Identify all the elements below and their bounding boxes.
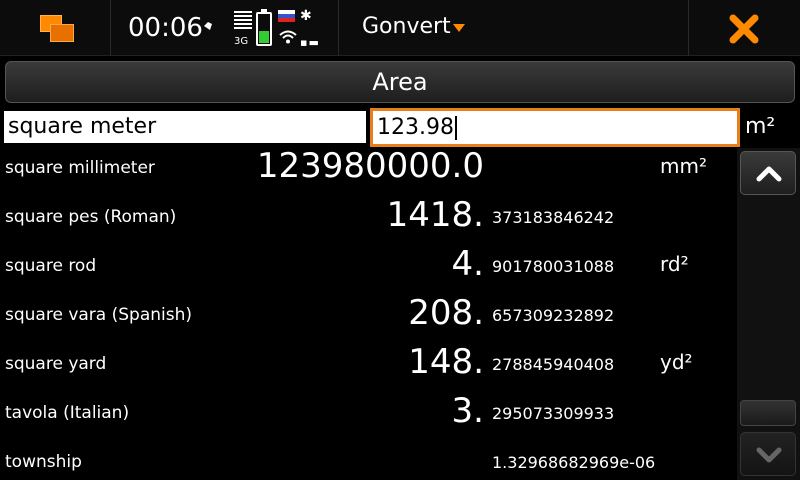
status-divider (110, 0, 111, 56)
list-item[interactable]: square vara (Spanish) 208. 657309232892 (0, 293, 736, 341)
list-item[interactable]: square pes (Roman) 1418. 373183846242 (0, 195, 736, 243)
result-fraction: 901780031088 (492, 257, 615, 276)
chevron-down-icon (756, 447, 782, 463)
alarm-icon (204, 22, 212, 30)
clock[interactable]: 00:06 (128, 13, 203, 43)
list-item[interactable]: tavola (Italian) 3. 295073309933 (0, 391, 736, 439)
signal-strength-icon (234, 11, 252, 33)
status-bar: 00:06 3G ✱ ▪▬ Gonvert (0, 0, 800, 56)
result-symbol: mm² (660, 154, 707, 178)
list-item[interactable]: township 1.32968682969e-06 (0, 440, 736, 480)
result-integer: 148. (408, 342, 484, 382)
result-fraction: 1.32968682969e-06 (492, 453, 656, 472)
scroll-up-button[interactable] (740, 151, 796, 195)
result-symbol: rd² (660, 252, 689, 276)
result-name: square rod (5, 256, 97, 276)
scrollbar-thumb[interactable] (740, 400, 796, 426)
result-integer: 208. (408, 293, 484, 333)
connection-dots-icon: ▪▬ (300, 36, 320, 49)
result-name: square yard (5, 354, 107, 374)
result-integer: 123980000.0 (256, 146, 484, 186)
result-name: township (5, 452, 82, 472)
list-item[interactable]: square millimeter 123980000.0 mm² (0, 146, 736, 194)
result-fraction: 278845940408 (492, 355, 615, 374)
text-caret (454, 116, 457, 140)
keyboard-layout-flag-icon (278, 10, 295, 22)
result-fraction: 657309232892 (492, 306, 615, 325)
result-integer: 1418. (386, 195, 484, 235)
bluetooth-icon: ✱ (300, 8, 312, 24)
result-fraction: 295073309933 (492, 404, 615, 423)
scrollbar-track[interactable] (737, 148, 800, 480)
category-button[interactable]: Area (5, 61, 795, 103)
chevron-down-icon[interactable] (453, 24, 465, 32)
unit-field[interactable]: square meter (4, 111, 366, 143)
network-type-label: 3G (234, 36, 249, 47)
result-name: tavola (Italian) (5, 403, 130, 423)
wifi-icon (279, 30, 297, 44)
result-name: square millimeter (5, 158, 155, 178)
result-name: square pes (Roman) (5, 207, 177, 227)
battery-icon (256, 9, 272, 46)
chevron-up-icon (756, 166, 782, 182)
task-switcher-icon[interactable] (40, 15, 74, 43)
status-divider (338, 0, 339, 56)
result-name: square vara (Spanish) (5, 305, 192, 325)
result-fraction: 373183846242 (492, 208, 615, 227)
list-item[interactable]: square rod 4. 901780031088 rd² (0, 244, 736, 292)
scroll-down-button[interactable] (740, 432, 796, 476)
app-title[interactable]: Gonvert (362, 14, 451, 39)
result-integer: 4. (451, 244, 484, 284)
input-unit-symbol: m² (745, 114, 776, 139)
value-input-text: 123.98 (377, 115, 454, 140)
result-symbol: yd² (660, 350, 693, 374)
value-input[interactable]: 123.98 (370, 108, 740, 147)
result-integer: 3. (451, 391, 484, 431)
close-icon[interactable] (726, 12, 762, 46)
list-item[interactable]: square yard 148. 278845940408 yd² (0, 342, 736, 390)
status-divider (688, 0, 689, 56)
